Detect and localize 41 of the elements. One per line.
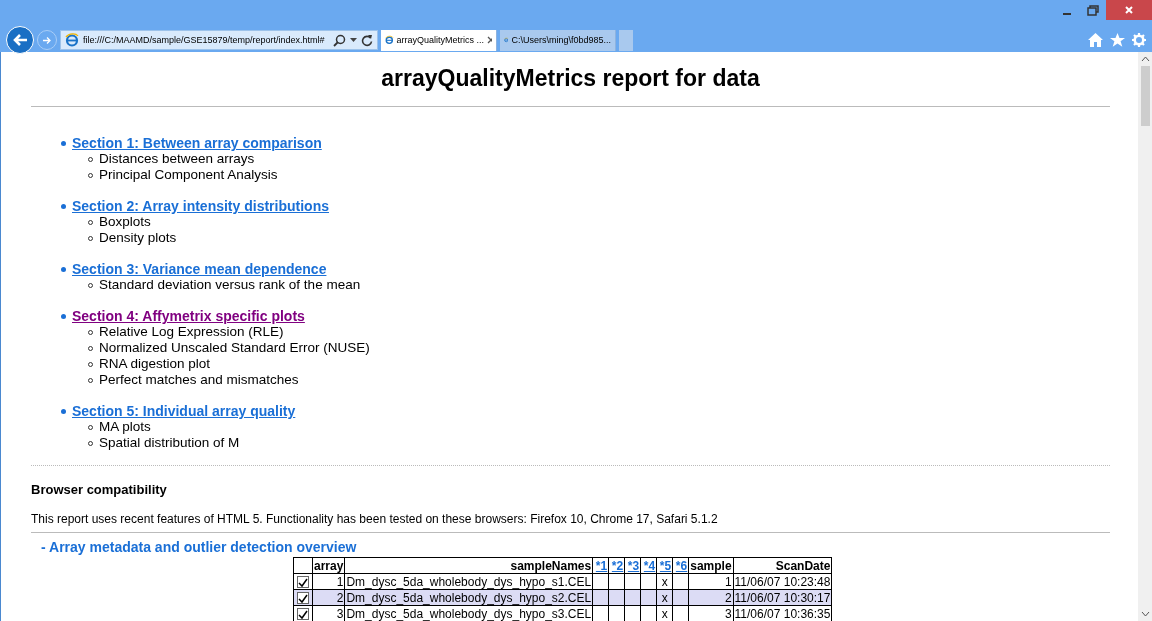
subsection-item: Perfect matches and mismatches: [99, 372, 299, 388]
subsection-item: Normalized Unscaled Standard Error (NUSE): [99, 340, 370, 356]
overview-heading[interactable]: - Array metadata and outlier detection overview: [41, 539, 1110, 555]
browser-tab[interactable]: arrayQualityMetrics ...: [381, 29, 497, 51]
subsection-item: Distances between arrays: [99, 151, 255, 167]
section-link[interactable]: Section 3: Variance mean dependence: [72, 261, 327, 277]
column-link[interactable]: *5: [656, 557, 673, 574]
column-link[interactable]: *1: [592, 557, 609, 574]
address-bar[interactable]: file:///C:/MAAMD/sample/GSE15879/temp/report/index.html#: [60, 30, 378, 50]
subsection-item: Principal Component Analysis: [99, 167, 278, 183]
subsection-item: MA plots: [99, 419, 151, 435]
section-link[interactable]: Section 1: Between array comparison: [72, 135, 322, 151]
table-cell: Dm_dysc_5da_wholebody_dys_hypo_s3.CEL: [344, 605, 593, 621]
browser-tab[interactable]: C:\Users\ming\f0bd985...: [500, 29, 616, 51]
table-cell: 11/06/07 10:23:48: [733, 573, 832, 590]
column-link[interactable]: *2: [608, 557, 625, 574]
section-link[interactable]: Section 4: Affymetrix specific plots: [72, 308, 305, 324]
column-link[interactable]: *3: [624, 557, 641, 574]
table-cell: 1: [312, 573, 345, 590]
report-title: arrayQualityMetrics report for data: [380, 65, 761, 92]
table-header: sampleNames: [344, 557, 593, 574]
subsection-item: RNA digestion plot: [99, 356, 211, 372]
table-cell: x: [656, 573, 673, 590]
table-header: sample: [688, 557, 734, 574]
table-header: ScanDate: [733, 557, 832, 574]
column-link[interactable]: *6: [672, 557, 689, 574]
table-cell: 11/06/07 10:36:35: [733, 605, 832, 621]
section-link[interactable]: Section 2: Array intensity distributions: [72, 198, 329, 214]
table-cell: Dm_dysc_5da_wholebody_dys_hypo_s1.CEL: [344, 573, 593, 590]
section-heading: Browser compatibility: [31, 482, 168, 497]
table-cell: 1: [688, 573, 734, 590]
section-link[interactable]: Section 5: Individual array quality: [72, 403, 296, 419]
subsection-item: Standard deviation versus rank of the mean: [99, 277, 361, 293]
table-header: array: [312, 557, 345, 574]
subsection-item: Spatial distribution of M: [99, 435, 240, 451]
url-text: file:///C:/MAAMD/sample/GSE15879/temp/report/index.html#: [83, 35, 326, 45]
subsection-item: Density plots: [99, 230, 177, 246]
compatibility-text: This report uses recent features of HTML 5. Functionality has been tested on these browsers: Firefox 10, Chrome 17, Safari 5.1.2: [31, 512, 719, 526]
column-link[interactable]: *4: [640, 557, 657, 574]
subsection-item: Relative Log Expression (RLE): [99, 324, 284, 340]
subsection-item: Boxplots: [99, 214, 151, 230]
